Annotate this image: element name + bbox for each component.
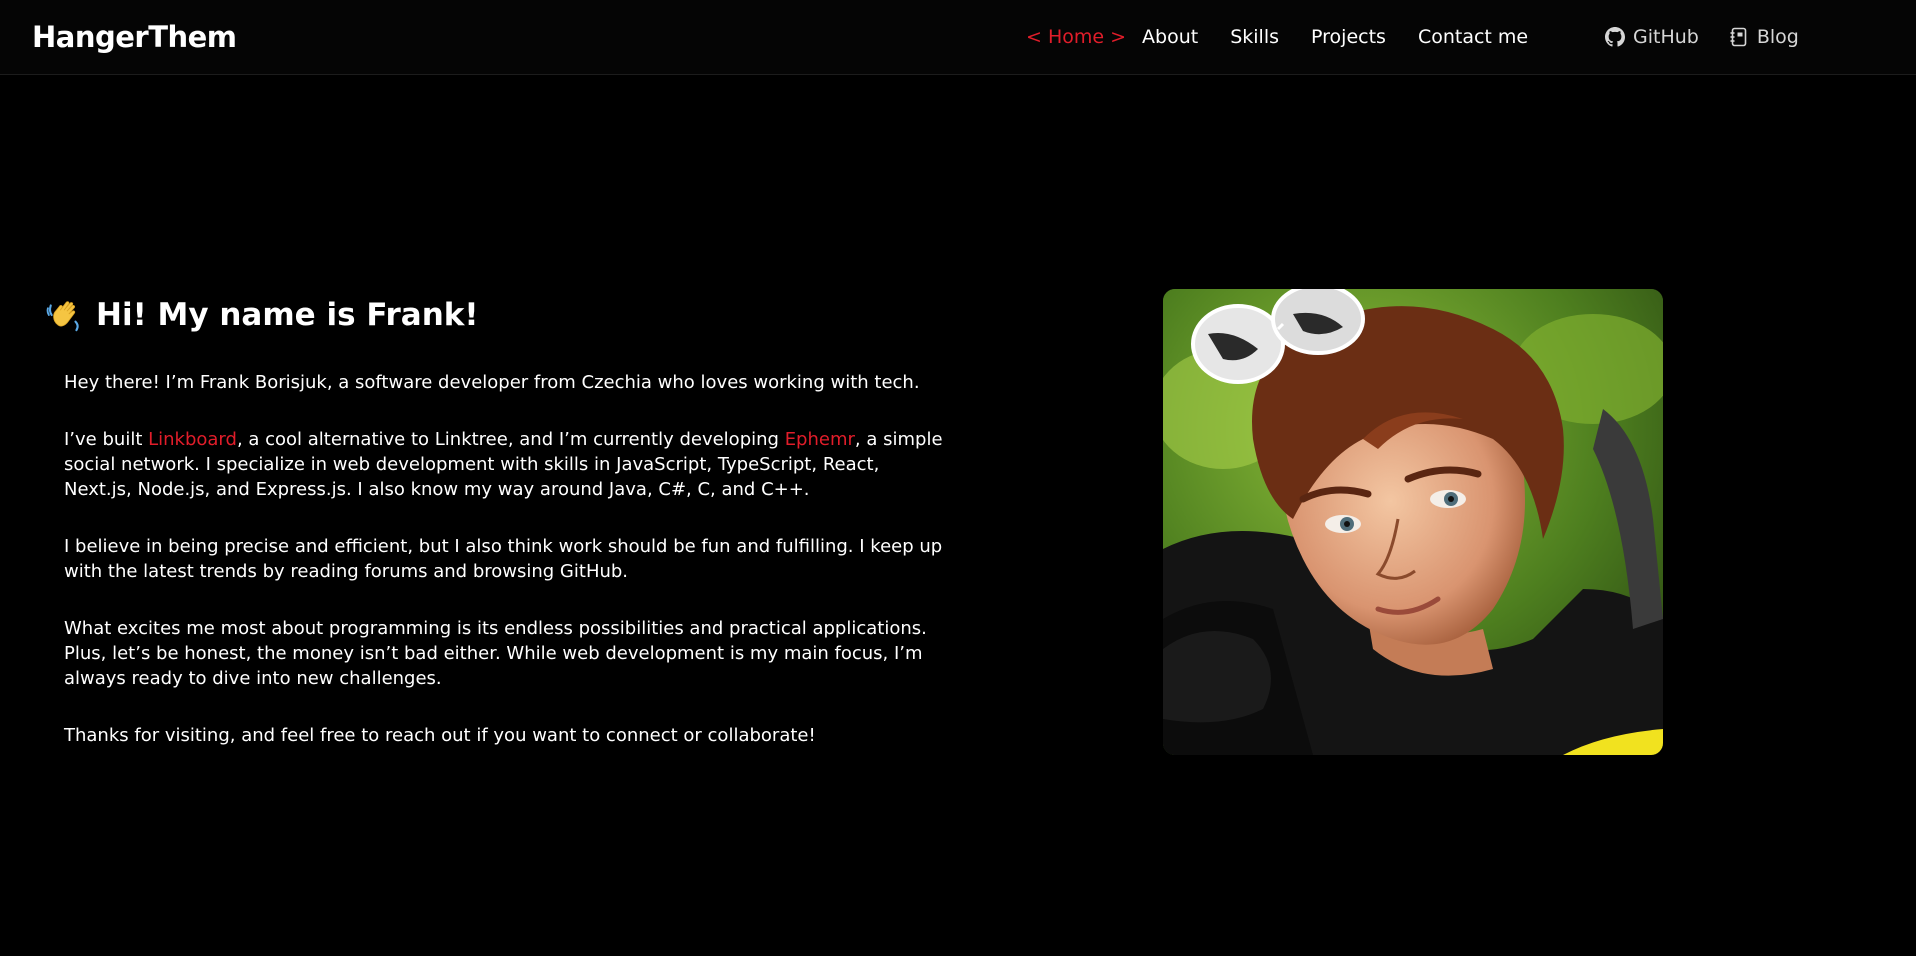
ephemr-link[interactable]: Ephemr [785,429,855,450]
github-icon [1605,27,1625,47]
bio-projects-text-1: I’ve built [64,429,149,450]
bio-intro: Hey there! I’m Frank Borisjuk, a softwar… [64,372,920,393]
github-label: GitHub [1633,26,1699,48]
nav-home[interactable]: < Home > [1026,26,1126,48]
bio-projects-text-2: , a cool alternative to Linktree, and I’… [236,429,785,450]
external-links: GitHub Blog [1605,26,1829,48]
bio-text: Hey there! I’m Frank Borisjuk, a softwar… [64,370,944,780]
nav-projects[interactable]: Projects [1311,26,1386,48]
main-nav: < Home > About Skills Projects Contact m… [1026,26,1560,48]
profile-photo [1163,289,1663,755]
blog-link[interactable]: Blog [1729,26,1799,48]
hero-heading: Hi! My name is Frank! [46,296,479,334]
bio-outro: Thanks for visiting, and feel free to re… [64,725,816,746]
site-logo[interactable]: HangerThem [32,20,237,54]
navbar: HangerThem < Home > About Skills Project… [0,0,1916,75]
nav-skills[interactable]: Skills [1230,26,1279,48]
github-link[interactable]: GitHub [1605,26,1699,48]
blog-label: Blog [1756,26,1799,48]
bio-philosophy: I believe in being precise and efficient… [64,536,943,582]
notebook-icon [1730,27,1747,47]
profile-photo-illustration [1163,289,1663,755]
hero-title-text: Hi! My name is Frank! [96,297,479,333]
waving-hand-icon [46,301,79,332]
nav-about[interactable]: About [1142,26,1198,48]
bio-motivation: What excites me most about programming i… [64,618,927,689]
nav-contact[interactable]: Contact me [1418,26,1528,48]
linkboard-link[interactable]: Linkboard [148,429,237,450]
bio-projects: I’ve built Linkboard, a cool alternative… [64,427,944,502]
